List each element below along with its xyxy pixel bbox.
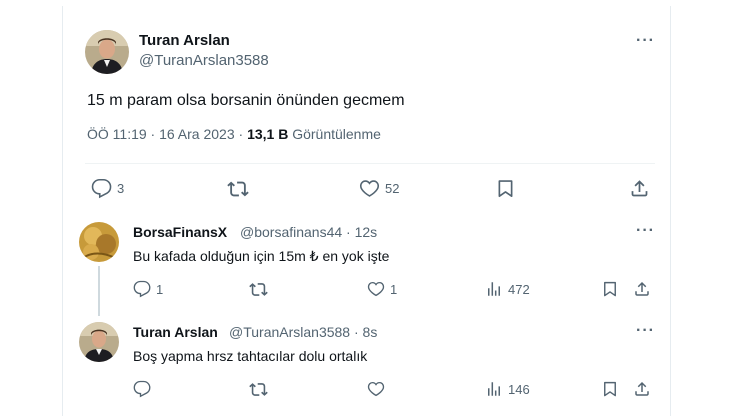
- like-icon: [359, 178, 380, 199]
- reply-button[interactable]: 3: [91, 178, 124, 199]
- retweet-icon: [227, 178, 249, 200]
- more-icon[interactable]: ···: [636, 322, 655, 340]
- views-count: 472: [508, 281, 530, 297]
- retweet-button[interactable]: [249, 380, 268, 399]
- reply-text: Bu kafada olduğun için 15m ₺ en yok işte: [133, 248, 390, 264]
- more-icon[interactable]: ···: [636, 32, 655, 50]
- share-button[interactable]: [633, 380, 651, 398]
- author-name[interactable]: BorsaFinansX: [133, 224, 227, 240]
- reply-text: Boş yapma hrsz tahtacılar dolu ortalık: [133, 348, 368, 364]
- share-icon: [633, 280, 651, 298]
- share-icon: [633, 380, 651, 398]
- like-button[interactable]: [367, 380, 385, 398]
- like-count: 1: [390, 281, 398, 297]
- like-icon: [367, 280, 385, 298]
- avatar[interactable]: [85, 30, 129, 74]
- retweet-icon: [249, 380, 268, 399]
- share-button[interactable]: [633, 280, 651, 298]
- reply-count: 3: [117, 181, 125, 196]
- tweet-meta: ÖÖ 11:19 · 16 Ara 2023 · 13,1 B Görüntül…: [87, 126, 381, 142]
- author-handle[interactable]: @TuranArslan3588: [139, 52, 269, 69]
- share-button[interactable]: [629, 178, 650, 199]
- author-handle[interactable]: @borsafinans44 · 12s: [240, 224, 377, 240]
- bookmark-button[interactable]: [601, 280, 619, 298]
- like-icon: [367, 380, 385, 398]
- tweet-timestamp[interactable]: ÖÖ 11:19 · 16 Ara 2023 ·: [87, 126, 243, 142]
- retweet-button[interactable]: [227, 178, 254, 200]
- bookmark-button[interactable]: [495, 178, 516, 199]
- bookmark-icon: [601, 280, 619, 298]
- like-button[interactable]: 52: [359, 178, 399, 199]
- reply-button[interactable]: [133, 380, 156, 398]
- views-icon: [485, 380, 503, 398]
- retweet-button[interactable]: [249, 280, 268, 299]
- views-button[interactable]: 146: [485, 380, 530, 398]
- views-count: 13,1 B: [247, 126, 289, 142]
- more-icon[interactable]: ···: [636, 222, 655, 240]
- views-count: 146: [508, 381, 530, 397]
- views-label: Görüntülenme: [292, 126, 381, 142]
- main-tweet: Turan Arslan @TuranArslan3588 ··· 15 m p…: [62, 6, 671, 211]
- reply-count: 1: [156, 281, 164, 297]
- reply-icon: [133, 280, 151, 298]
- author-name[interactable]: Turan Arslan: [139, 32, 230, 49]
- avatar[interactable]: [79, 222, 119, 262]
- like-count: 52: [385, 181, 400, 196]
- views-icon: [485, 280, 503, 298]
- views-button[interactable]: 472: [485, 280, 530, 298]
- like-button[interactable]: 1: [367, 280, 397, 298]
- reply-button[interactable]: 1: [133, 280, 163, 298]
- bookmark-button[interactable]: [601, 380, 619, 398]
- thread-line: [98, 266, 100, 316]
- share-icon: [629, 178, 650, 199]
- author-handle[interactable]: @TuranArslan3588 · 8s: [229, 324, 377, 340]
- divider: [85, 163, 655, 164]
- bookmark-icon: [495, 178, 516, 199]
- reply-icon: [91, 178, 112, 199]
- retweet-icon: [249, 280, 268, 299]
- reply-icon: [133, 380, 151, 398]
- avatar[interactable]: [79, 322, 119, 362]
- replies-section: BorsaFinansX @borsafinans44 · 12s ··· Bu…: [62, 208, 671, 416]
- bookmark-icon: [601, 380, 619, 398]
- tweet-text: 15 m param olsa borsanin önünden gecmem: [87, 92, 405, 109]
- author-name[interactable]: Turan Arslan: [133, 324, 218, 340]
